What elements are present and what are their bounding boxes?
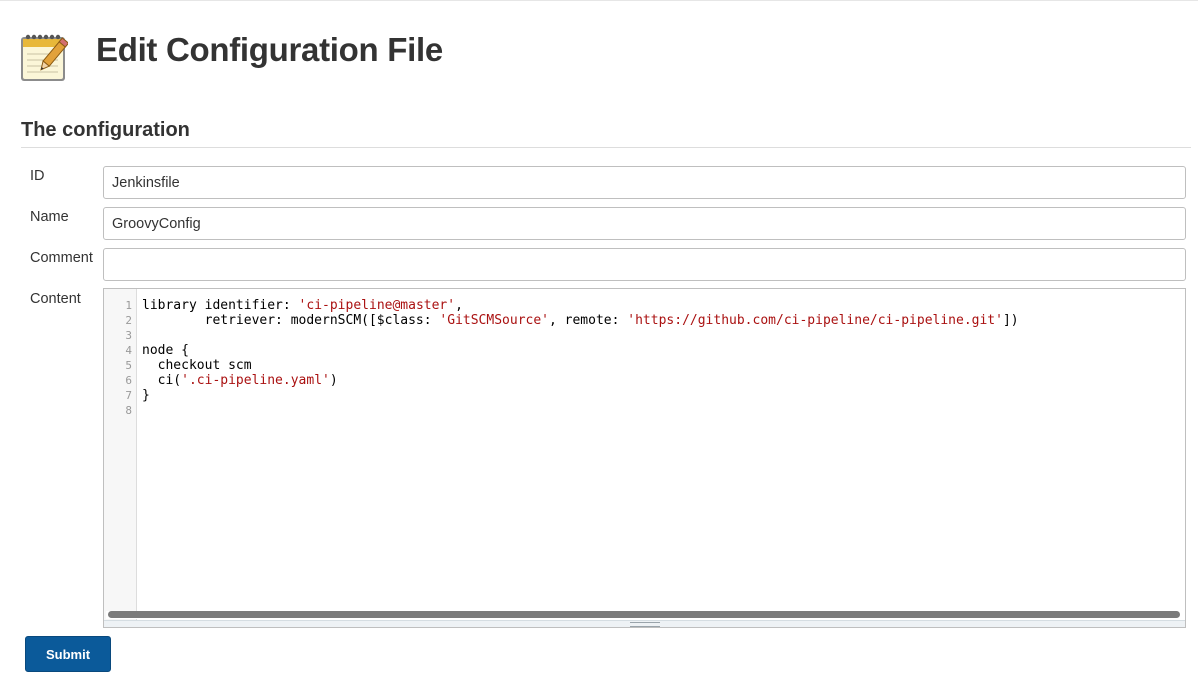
- code-text: retriever: modernSCM([$class:: [142, 313, 440, 328]
- code-text: checkout scm: [142, 358, 252, 373]
- line-number: 2: [125, 314, 132, 327]
- code-text: , remote:: [549, 313, 628, 328]
- horizontal-scrollbar-thumb[interactable]: [108, 611, 1180, 618]
- id-label: ID: [30, 168, 45, 184]
- code-string: 'https://github.com/ci-pipeline/ci-pipel…: [627, 313, 1003, 328]
- notepad-pencil-icon: [20, 27, 70, 83]
- code-line[interactable]: retriever: modernSCM([$class: 'GitSCMSou…: [142, 313, 1019, 328]
- line-number: 5: [125, 359, 132, 372]
- code-line[interactable]: ci('.ci-pipeline.yaml'): [142, 373, 338, 388]
- code-line[interactable]: node {: [142, 343, 189, 358]
- section-title: The configuration: [21, 119, 190, 141]
- horizontal-scrollbar[interactable]: [106, 611, 1180, 619]
- code-string: 'ci-pipeline@master': [298, 298, 456, 313]
- comment-input[interactable]: [103, 248, 1186, 281]
- code-text: library identifier:: [142, 298, 299, 313]
- line-number: 7: [125, 389, 132, 402]
- line-number: 8: [125, 404, 132, 417]
- section-divider: [21, 147, 1191, 148]
- submit-button[interactable]: Submit: [25, 636, 111, 672]
- line-number: 3: [125, 329, 132, 342]
- code-text: node {: [142, 343, 189, 358]
- code-text: ci(: [142, 373, 182, 388]
- code-text: ]): [1002, 313, 1019, 328]
- line-number: 1: [125, 299, 132, 312]
- id-input[interactable]: [103, 166, 1186, 199]
- line-number: 4: [125, 344, 132, 357]
- page-title: Edit Configuration File: [96, 31, 443, 68]
- code-string: 'GitSCMSource': [439, 313, 549, 328]
- editor-resize-handle[interactable]: [104, 620, 1185, 627]
- code-text: }: [142, 388, 150, 403]
- code-text: ,: [455, 298, 463, 313]
- line-number-gutter: 1 2 3 4 5 6 7 8: [104, 289, 137, 627]
- comment-label: Comment: [30, 250, 93, 266]
- code-line[interactable]: }: [142, 388, 150, 403]
- code-string: '.ci-pipeline.yaml': [181, 373, 330, 388]
- code-line[interactable]: library identifier: 'ci-pipeline@master'…: [142, 298, 463, 313]
- code-line[interactable]: checkout scm: [142, 358, 252, 373]
- content-label: Content: [30, 291, 81, 307]
- name-input[interactable]: [103, 207, 1186, 240]
- edit-config-page: Edit Configuration File The configuratio…: [0, 0, 1198, 689]
- line-number: 6: [125, 374, 132, 387]
- code-text: ): [329, 373, 338, 388]
- page-header: [20, 25, 70, 85]
- content-code-editor[interactable]: 1 2 3 4 5 6 7 8 library identifier: 'ci-…: [103, 288, 1186, 628]
- resize-grip-icon: [630, 622, 660, 627]
- name-label: Name: [30, 209, 69, 225]
